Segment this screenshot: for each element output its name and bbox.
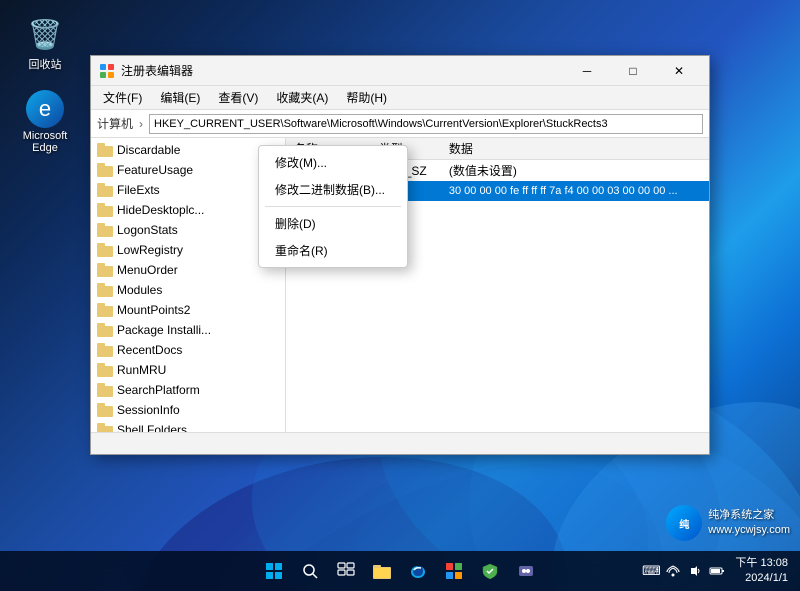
watermark: 纯 纯净系统之家 www.ycwjsy.com xyxy=(666,505,790,541)
window-titlebar: 注册表编辑器 ─ □ ✕ xyxy=(91,56,709,86)
ctx-delete[interactable]: 删除(D) xyxy=(259,210,407,237)
context-menu: 修改(M)... 修改二进制数据(B)... 删除(D) 重命名(R) xyxy=(258,145,408,268)
desktop: 🗑️ 回收站 e MicrosoftEdge 注册表编辑器 xyxy=(0,0,800,591)
recycle-bin-label: 回收站 xyxy=(29,56,62,72)
taskbar-time[interactable]: 下午 13:08 2024/1/1 xyxy=(731,556,792,587)
address-label: 计算机 xyxy=(97,115,133,132)
folder-icon xyxy=(97,243,113,257)
tree-item-logonstats[interactable]: LogonStats xyxy=(93,220,283,240)
folder-icon xyxy=(97,323,113,337)
desktop-icons: 🗑️ 回收站 e MicrosoftEdge xyxy=(10,10,80,158)
start-button[interactable] xyxy=(258,555,290,587)
folder-icon xyxy=(97,203,113,217)
tree-item-searchplatform[interactable]: SearchPlatform xyxy=(93,380,283,400)
tree-item-fileexts[interactable]: FileExts xyxy=(93,180,283,200)
folder-icon xyxy=(97,183,113,197)
address-bar: 计算机 › HKEY_CURRENT_USER\Software\Microso… xyxy=(91,110,709,138)
tree-panel[interactable]: Discardable FeatureUsage FileExts HideDe… xyxy=(91,138,286,432)
ctx-separator xyxy=(265,206,401,207)
edge-label: MicrosoftEdge xyxy=(23,130,68,154)
close-button[interactable]: ✕ xyxy=(657,57,701,85)
row-data: (数值未设置) xyxy=(441,160,709,182)
tree-item-menuorder[interactable]: MenuOrder xyxy=(93,260,283,280)
ctx-modify[interactable]: 修改(M)... xyxy=(259,149,407,176)
security-button[interactable] xyxy=(474,555,506,587)
tree-item-featureusage[interactable]: FeatureUsage xyxy=(93,160,283,180)
search-button[interactable] xyxy=(294,555,326,587)
recycle-bin-icon[interactable]: 🗑️ 回收站 xyxy=(10,10,80,76)
menu-view[interactable]: 查看(V) xyxy=(210,87,266,108)
keyboard-icon[interactable]: ⌨ xyxy=(641,561,661,581)
volume-icon[interactable] xyxy=(685,561,705,581)
tree-item-shellfolders[interactable]: Shell Folders xyxy=(93,420,283,432)
watermark-logo: 纯 xyxy=(666,505,702,541)
window-title-text: 注册表编辑器 xyxy=(121,62,193,79)
folder-icon xyxy=(97,383,113,397)
folder-icon xyxy=(97,303,113,317)
edge-icon[interactable]: e MicrosoftEdge xyxy=(10,86,80,158)
taskbar-right: ⌨ xyxy=(641,556,800,587)
tree-item-recentdocs[interactable]: RecentDocs xyxy=(93,340,283,360)
folder-icon xyxy=(97,263,113,277)
maximize-button[interactable]: □ xyxy=(611,57,655,85)
menu-edit[interactable]: 编辑(E) xyxy=(152,87,208,108)
task-view-button[interactable] xyxy=(330,555,362,587)
folder-icon xyxy=(97,163,113,177)
folder-icon xyxy=(97,283,113,297)
folder-icon xyxy=(97,143,113,157)
tree-item-sessioninfo[interactable]: SessionInfo xyxy=(93,400,283,420)
network-icon[interactable] xyxy=(663,561,683,581)
ctx-rename[interactable]: 重命名(R) xyxy=(259,237,407,264)
system-tray: ⌨ xyxy=(641,561,727,581)
taskbar-center xyxy=(258,555,542,587)
minimize-button[interactable]: ─ xyxy=(565,57,609,85)
menu-help[interactable]: 帮助(H) xyxy=(338,87,395,108)
tree-item-modules[interactable]: Modules xyxy=(93,280,283,300)
store-button[interactable] xyxy=(438,555,470,587)
folder-icon xyxy=(97,343,113,357)
col-data[interactable]: 数据 xyxy=(441,138,709,160)
menu-favorites[interactable]: 收藏夹(A) xyxy=(268,87,336,108)
folder-icon xyxy=(97,363,113,377)
menu-file[interactable]: 文件(F) xyxy=(95,87,150,108)
battery-icon[interactable] xyxy=(707,561,727,581)
ctx-modify-binary[interactable]: 修改二进制数据(B)... xyxy=(259,176,407,203)
tree-item-discardable[interactable]: Discardable xyxy=(93,140,283,160)
chat-button[interactable] xyxy=(510,555,542,587)
folder-icon xyxy=(97,403,113,417)
registry-window-icon xyxy=(99,63,115,79)
status-bar xyxy=(91,432,709,454)
tree-item-lowregistry[interactable]: LowRegistry xyxy=(93,240,283,260)
folder-icon xyxy=(97,223,113,237)
address-path[interactable]: HKEY_CURRENT_USER\Software\Microsoft\Win… xyxy=(149,114,703,134)
file-explorer-button[interactable] xyxy=(366,555,398,587)
folder-icon xyxy=(97,423,113,432)
row-data: 30 00 00 00 fe ff ff ff 7a f4 00 00 03 0… xyxy=(441,181,709,201)
tree-item-runmru[interactable]: RunMRU xyxy=(93,360,283,380)
menubar: 文件(F) 编辑(E) 查看(V) 收藏夹(A) 帮助(H) xyxy=(91,86,709,110)
tree-item-mountpoints2[interactable]: MountPoints2 xyxy=(93,300,283,320)
taskbar: ⌨ xyxy=(0,551,800,591)
tree-item-package[interactable]: Package Installi... xyxy=(93,320,283,340)
watermark-text: 纯净系统之家 www.ycwjsy.com xyxy=(708,508,790,539)
tree-item-hidedesktop[interactable]: HideDesktoplc... xyxy=(93,200,283,220)
edge-taskbar-button[interactable] xyxy=(402,555,434,587)
